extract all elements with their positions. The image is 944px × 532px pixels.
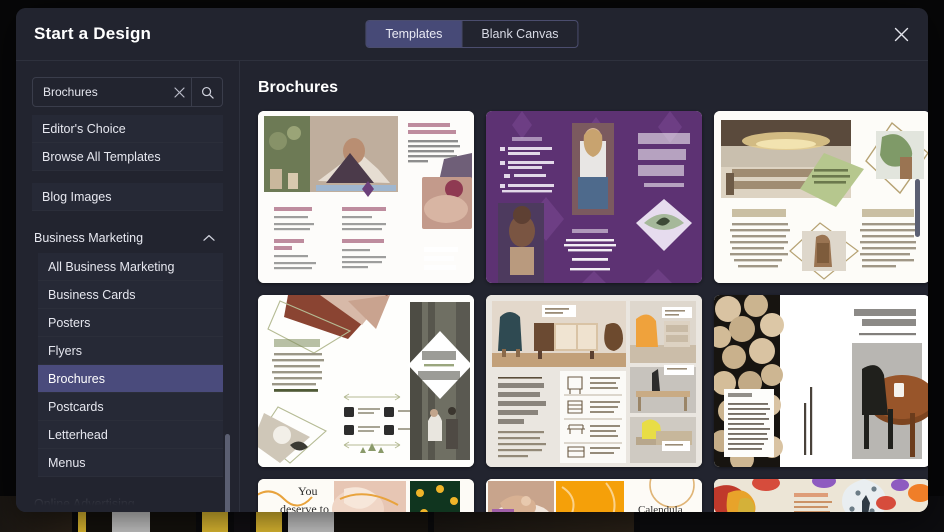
svg-text:You: You (298, 484, 317, 498)
template-preview-woodwork-furniture (714, 295, 928, 467)
template-preview-yoga-with-nova (486, 111, 702, 283)
view-mode-tabs: Templates Blank Canvas (365, 20, 578, 48)
search-button[interactable] (191, 78, 222, 106)
svg-text:deserve to: deserve to (280, 502, 329, 512)
template-grid: You deserve to treat (258, 111, 928, 512)
template-content-panel: Brochures (240, 61, 928, 512)
template-preview-day-spa-treat: You deserve to treat (258, 479, 474, 512)
search-input[interactable] (33, 78, 167, 106)
template-preview-power-hour-climbing (714, 479, 928, 512)
nav-group-top: Editor's Choice Browse All Templates (16, 115, 239, 171)
template-card[interactable] (486, 295, 702, 467)
sidebar: Editor's Choice Browse All Templates Blo… (16, 61, 240, 512)
close-icon (174, 87, 185, 98)
sidebar-item-business-cards[interactable]: Business Cards (38, 281, 223, 309)
sidebar-item-label: All Business Marketing (48, 260, 174, 274)
clear-search-button[interactable] (167, 78, 191, 106)
page-title: Start a Design (34, 24, 151, 44)
template-card[interactable] (714, 295, 928, 467)
template-card[interactable] (258, 111, 474, 283)
sidebar-item-postcards[interactable]: Postcards (38, 393, 223, 421)
sidebar-item-label: Menus (48, 456, 86, 470)
sidebar-item-posters[interactable]: Posters (38, 309, 223, 337)
tab-blank-canvas[interactable]: Blank Canvas (461, 21, 577, 47)
content-heading: Brochures (258, 79, 928, 97)
sidebar-scrollbar[interactable] (225, 434, 230, 512)
start-a-design-modal: Start a Design Templates Blank Canvas (16, 8, 928, 512)
sidebar-item-label: Editor's Choice (42, 122, 126, 136)
template-preview-pine-annex (258, 295, 474, 467)
sidebar-item-label: Posters (48, 316, 90, 330)
sidebar-item-label: Flyers (48, 344, 82, 358)
sidebar-item-flyers[interactable]: Flyers (38, 337, 223, 365)
search-box (32, 77, 223, 107)
nav-group-business-marketing-items: All Business Marketing Business Cards Po… (16, 253, 239, 477)
sidebar-group-label: Online Advertising (34, 497, 135, 511)
nav-spacer (16, 171, 239, 183)
sidebar-item-editors-choice[interactable]: Editor's Choice (32, 115, 223, 143)
content-scrollbar[interactable] (915, 179, 920, 237)
sidebar-group-business-marketing[interactable]: Business Marketing (32, 223, 225, 253)
sidebar-item-label: Browse All Templates (42, 150, 161, 164)
template-preview-calendula-day-spa: Calendula Day Spa (486, 479, 702, 512)
close-icon (894, 27, 909, 42)
template-preview-yoga-for-the-people (258, 111, 474, 283)
sidebar-item-label: Blog Images (42, 190, 111, 204)
svg-text:Calendula: Calendula (638, 504, 683, 512)
template-card[interactable] (714, 479, 928, 512)
sidebar-item-label: Letterhead (48, 428, 108, 442)
nav-group-next-partial: Online Advertising (16, 489, 239, 512)
template-card[interactable]: Calendula Day Spa (486, 479, 702, 512)
sidebar-nav: Editor's Choice Browse All Templates Blo… (16, 115, 239, 512)
template-card[interactable] (258, 295, 474, 467)
template-card[interactable]: You deserve to treat (258, 479, 474, 512)
nav-group-business-marketing: Business Marketing (16, 223, 239, 253)
sidebar-item-label: Brochures (48, 372, 105, 386)
sidebar-item-browse-all-templates[interactable]: Browse All Templates (32, 143, 223, 171)
sidebar-item-label: Business Cards (48, 288, 136, 302)
tab-templates[interactable]: Templates (366, 21, 461, 47)
sidebar-item-label: Postcards (48, 400, 104, 414)
sidebar-group-label: Business Marketing (34, 231, 143, 245)
sidebar-item-menus[interactable]: Menus (38, 449, 223, 477)
template-card[interactable] (714, 111, 928, 283)
chevron-up-icon (203, 234, 215, 242)
sidebar-item-all-business-marketing[interactable]: All Business Marketing (38, 253, 223, 281)
sidebar-item-letterhead[interactable]: Letterhead (38, 421, 223, 449)
modal-header: Start a Design Templates Blank Canvas (16, 8, 928, 61)
close-button[interactable] (888, 21, 914, 47)
template-preview-the-space (714, 111, 928, 283)
sidebar-item-blog-images[interactable]: Blog Images (32, 183, 223, 211)
sidebar-item-brochures[interactable]: Brochures (38, 365, 223, 393)
template-card[interactable] (486, 111, 702, 283)
app-root: Start a Design Templates Blank Canvas (0, 0, 944, 532)
template-preview-custom-home-furniture (486, 295, 702, 467)
search-icon (201, 86, 214, 99)
nav-group-standalone: Blog Images (16, 183, 239, 211)
sidebar-group-online-advertising[interactable]: Online Advertising (32, 489, 225, 512)
modal-body: Editor's Choice Browse All Templates Blo… (16, 61, 928, 512)
